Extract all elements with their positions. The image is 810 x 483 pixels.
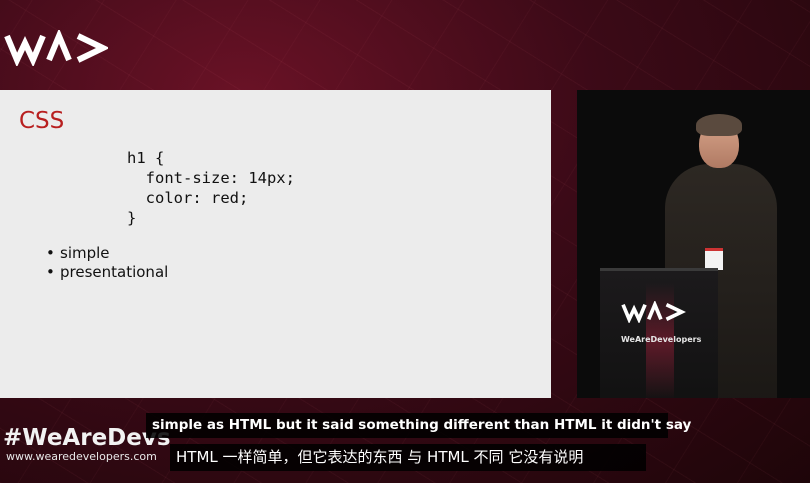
subtitle-chinese: HTML 一样简单，但它表达的东西 与 HTML 不同 它没有说明	[170, 444, 646, 471]
slide-title: CSS	[19, 108, 65, 134]
bullet-item: presentational	[46, 263, 168, 282]
wearedevelopers-logo-icon	[4, 30, 108, 66]
name-badge	[705, 248, 723, 270]
presentation-slide: CSS h1 { font-size: 14px; color: red; } …	[0, 90, 551, 398]
subtitle-english: simple as HTML but it said something dif…	[146, 413, 691, 438]
bullet-list: simple presentational	[46, 244, 168, 282]
code-block: h1 { font-size: 14px; color: red; }	[127, 149, 295, 227]
bullet-item: simple	[46, 244, 168, 263]
podium-logo-icon	[621, 301, 686, 323]
speaker-hair	[696, 114, 742, 136]
podium-brand-text: WeAreDevelopers	[621, 335, 702, 344]
speaker-video: WeAreDevelopers	[577, 90, 810, 398]
event-website: www.wearedevelopers.com	[6, 450, 157, 463]
podium: WeAreDevelopers	[600, 268, 718, 398]
